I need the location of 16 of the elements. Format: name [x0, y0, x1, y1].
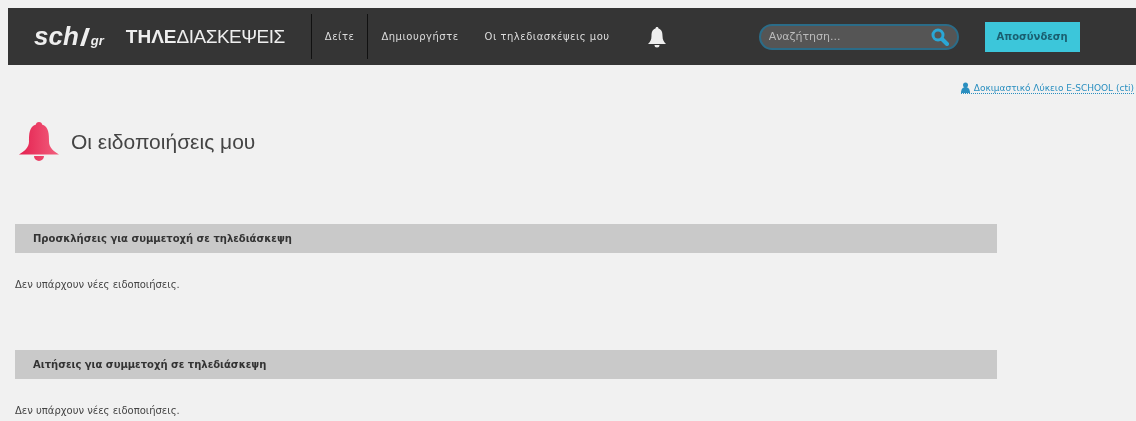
nav-link[interactable]: Δημιουργήστε: [368, 14, 472, 59]
user-icon: [960, 82, 970, 93]
empty-message: Δεν υπάρχουν νέες ειδοποιήσεις.: [15, 279, 181, 290]
empty-message: Δεν υπάρχουν νέες ειδοποιήσεις.: [15, 405, 181, 416]
page-title: Οι ειδοποιήσεις μου: [71, 130, 256, 154]
nav-link[interactable]: Οι τηλεδιασκέψεις μου: [471, 14, 623, 59]
nav-link[interactable]: Δείτε: [311, 14, 368, 59]
logout-button[interactable]: Αποσύνδεση: [984, 21, 1080, 52]
section-title: Προσκλήσεις για συμμετοχή σε τηλεδιάσκεψη: [33, 233, 292, 244]
sch-logo[interactable]: sch gr: [34, 21, 104, 52]
bell-icon[interactable]: [646, 25, 667, 48]
section-title: Αιτήσεις για συμμετοχή σε τηλεδιάσκεψη: [33, 359, 267, 370]
bell-icon: [17, 120, 61, 164]
search-icon[interactable]: [930, 27, 949, 46]
search-field[interactable]: Αναζήτηση...: [758, 23, 959, 50]
service-logo[interactable]: ΤΗΛΕΔΙΑΣΚΕΨΕΙΣ: [125, 25, 285, 48]
